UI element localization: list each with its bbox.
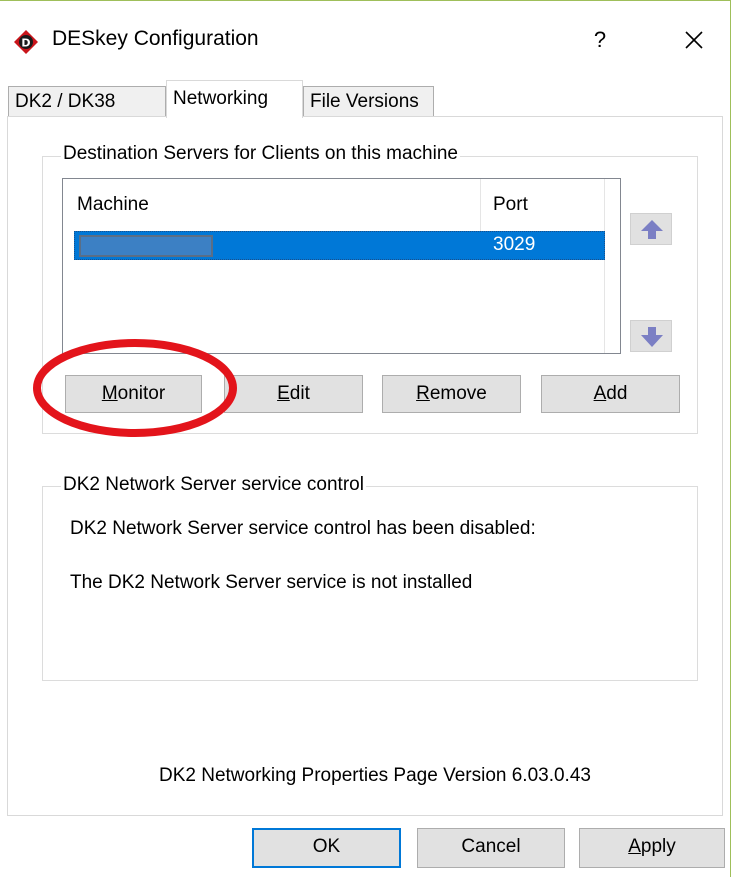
list-header: Machine Port <box>63 179 603 231</box>
service-disabled-text: DK2 Network Server service control has b… <box>70 518 536 539</box>
service-not-installed-text: The DK2 Network Server service is not in… <box>70 572 473 593</box>
column-divider <box>604 179 605 353</box>
tab-networking[interactable]: Networking <box>166 80 303 118</box>
arrow-up-icon <box>641 220 663 239</box>
help-button[interactable]: ? <box>585 25 615 55</box>
cancel-button[interactable]: Cancel <box>417 828 565 868</box>
move-down-button[interactable] <box>630 320 672 352</box>
port-cell: 3029 <box>493 234 536 255</box>
apply-button[interactable]: Apply <box>579 828 725 868</box>
tab-dk2-dk38[interactable]: DK2 / DK38 <box>8 86 166 117</box>
column-header-machine[interactable]: Machine <box>77 194 149 216</box>
version-text: DK2 Networking Properties Page Version 6… <box>159 765 591 786</box>
edit-button[interactable]: Edit <box>224 375 363 413</box>
destination-servers-list[interactable]: Machine Port 3029 <box>62 178 621 354</box>
title-bar[interactable]: D DESkey Configuration ? <box>0 1 730 77</box>
add-button[interactable]: Add <box>541 375 680 413</box>
deskey-diamond-icon: D <box>13 29 39 55</box>
move-up-button[interactable] <box>630 213 672 245</box>
deskey-configuration-dialog: D DESkey Configuration ? DK2 / DK38 Netw… <box>0 0 731 877</box>
close-icon[interactable] <box>677 23 711 57</box>
table-row[interactable]: 3029 <box>74 231 605 260</box>
machine-cell-redacted <box>79 235 213 257</box>
remove-button[interactable]: Remove <box>382 375 521 413</box>
column-header-port[interactable]: Port <box>493 194 528 216</box>
destination-servers-legend: Destination Servers for Clients on this … <box>61 143 460 165</box>
service-control-legend: DK2 Network Server service control <box>61 474 366 496</box>
monitor-button[interactable]: Monitor <box>65 375 202 413</box>
ok-button[interactable]: OK <box>252 828 401 868</box>
tab-file-versions[interactable]: File Versions <box>303 86 434 117</box>
window-title: DESkey Configuration <box>52 27 259 50</box>
svg-text:D: D <box>21 37 30 50</box>
tab-strip: DK2 / DK38 Networking File Versions <box>0 77 730 118</box>
arrow-down-icon <box>641 327 663 347</box>
column-divider[interactable] <box>480 179 481 231</box>
